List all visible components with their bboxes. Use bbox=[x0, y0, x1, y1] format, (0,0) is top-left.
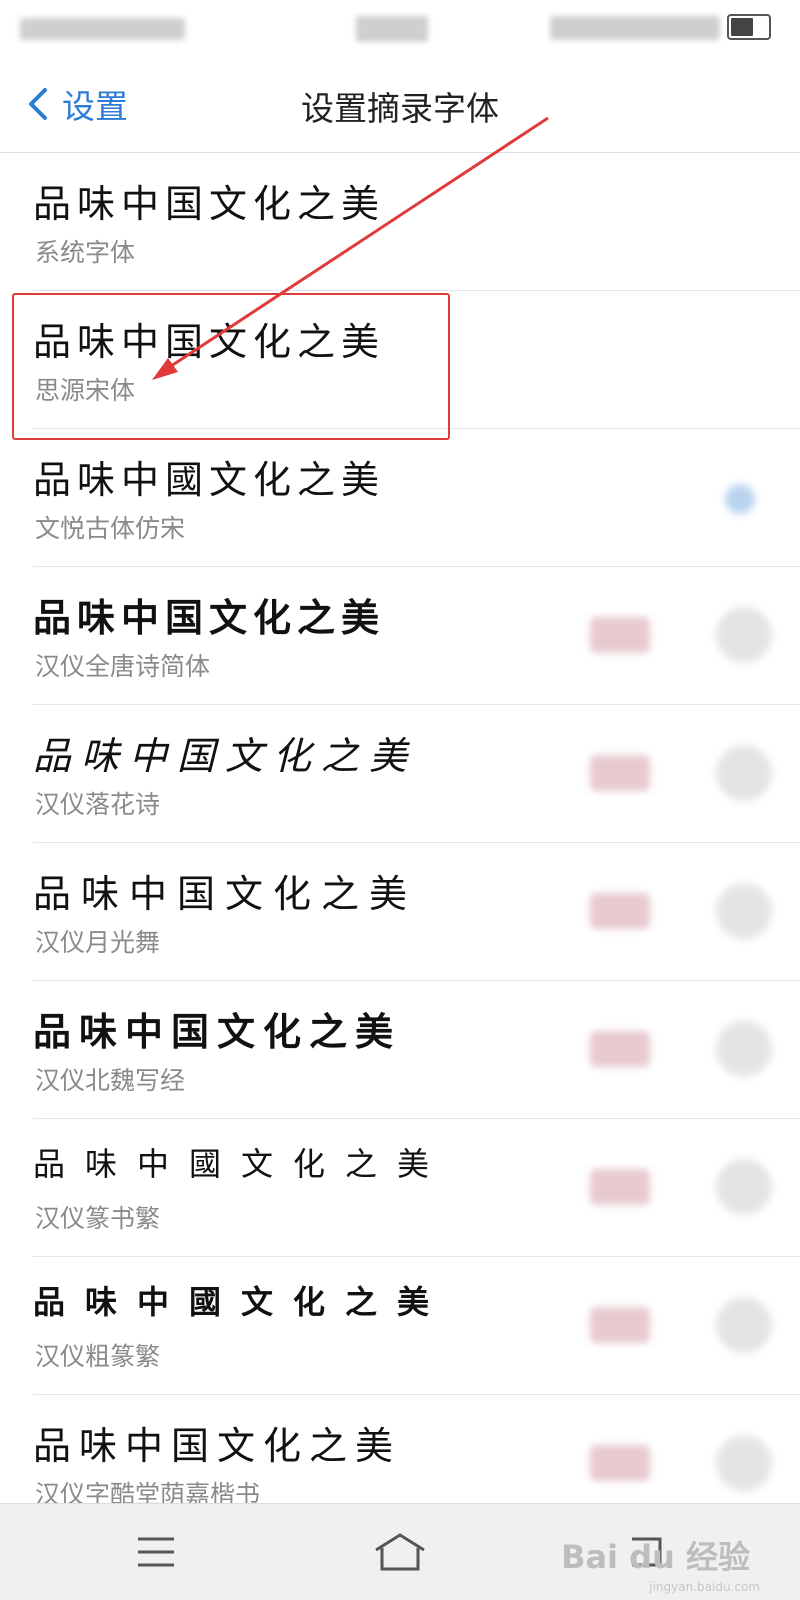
download-icon[interactable] bbox=[716, 745, 772, 801]
font-item[interactable]: 品味中国文化之美 汉仪北魏写经 bbox=[33, 981, 800, 1119]
font-sample: 品味中国文化之美 bbox=[33, 872, 418, 916]
font-sample: 品味中国文化之美 bbox=[33, 182, 386, 226]
font-name: 汉仪北魏写经 bbox=[35, 1066, 186, 1095]
font-item[interactable]: 品味中国文化之美 汉仪月光舞 bbox=[33, 843, 800, 981]
nav-bar: 设置 设置摘录字体 bbox=[0, 56, 800, 153]
watermark: Bai du 经验 bbox=[561, 1538, 750, 1576]
download-icon[interactable] bbox=[716, 1021, 772, 1077]
price-badge bbox=[590, 1307, 650, 1343]
clock bbox=[356, 16, 428, 42]
carrier-info bbox=[20, 18, 185, 40]
menu-icon bbox=[138, 1537, 174, 1567]
system-nav-bar: Bai du 经验 jingyan.baidu.com bbox=[0, 1503, 800, 1600]
price-badge bbox=[590, 755, 650, 791]
font-item[interactable]: 品味中國文化之美 汉仪粗篆繁 bbox=[33, 1257, 800, 1395]
font-sample: 品味中國文化之美 bbox=[33, 458, 386, 502]
price-badge bbox=[590, 1169, 650, 1205]
font-name: 汉仪落花诗 bbox=[35, 790, 161, 819]
download-icon[interactable] bbox=[716, 607, 772, 663]
watermark-url: jingyan.baidu.com bbox=[649, 1580, 760, 1594]
font-sample: 品味中国文化之美 bbox=[33, 1009, 402, 1054]
font-sample: 品味中國文化之美 bbox=[33, 1283, 450, 1321]
price-badge bbox=[590, 1031, 650, 1067]
page-title: 设置摘录字体 bbox=[301, 89, 499, 128]
font-name: 汉仪月光舞 bbox=[35, 928, 161, 957]
font-name: 系统字体 bbox=[35, 238, 136, 267]
home-button[interactable] bbox=[370, 1526, 430, 1578]
font-sample: 品味中国文化之美 bbox=[33, 734, 418, 778]
font-item[interactable]: 品味中国文化之美 系统字体 bbox=[33, 153, 800, 291]
font-item[interactable]: 品味中国文化之美 汉仪落花诗 bbox=[33, 705, 800, 843]
font-name: 汉仪篆书繁 bbox=[35, 1204, 161, 1233]
font-item[interactable]: 品味中国文化之美 汉仪全唐诗简体 bbox=[33, 567, 800, 705]
selected-check-icon bbox=[725, 484, 755, 514]
font-sample: 品味中国文化之美 bbox=[33, 595, 386, 640]
download-icon[interactable] bbox=[716, 883, 772, 939]
download-icon[interactable] bbox=[716, 1435, 772, 1491]
font-item[interactable]: 品味中國文化之美 汉仪篆书繁 bbox=[33, 1119, 800, 1257]
download-icon[interactable] bbox=[716, 1159, 772, 1215]
font-name: 文悦古体仿宋 bbox=[35, 514, 186, 543]
font-name: 汉仪全唐诗简体 bbox=[35, 652, 211, 681]
status-icons bbox=[550, 16, 720, 40]
price-badge bbox=[590, 1445, 650, 1481]
highlight-box bbox=[12, 293, 450, 440]
menu-button[interactable] bbox=[126, 1526, 186, 1578]
battery-icon bbox=[727, 14, 771, 40]
price-badge bbox=[590, 893, 650, 929]
font-sample: 品味中国文化之美 bbox=[33, 1424, 402, 1468]
font-item[interactable]: 品味中國文化之美 文悦古体仿宋 bbox=[33, 429, 800, 567]
price-badge bbox=[590, 617, 650, 653]
font-name: 汉仪粗篆繁 bbox=[35, 1342, 161, 1371]
download-icon[interactable] bbox=[716, 1297, 772, 1353]
font-sample: 品味中國文化之美 bbox=[33, 1145, 450, 1183]
status-bar bbox=[0, 0, 800, 56]
home-icon bbox=[375, 1533, 425, 1571]
